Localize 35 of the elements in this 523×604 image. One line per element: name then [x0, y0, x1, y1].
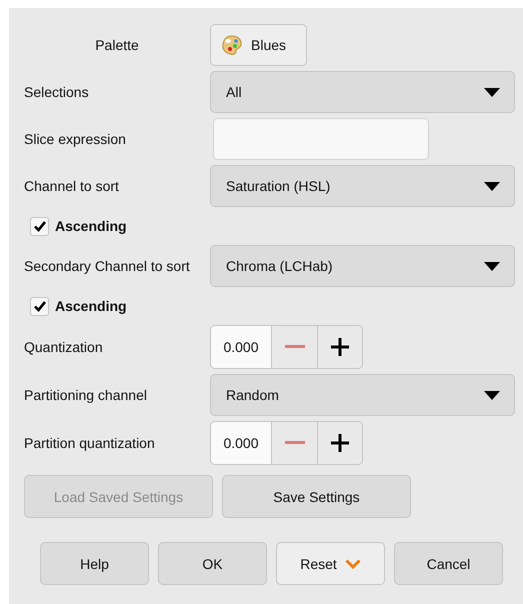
checkbox[interactable] — [30, 216, 49, 236]
plus-icon — [330, 337, 350, 357]
field-label: Slice expression — [24, 131, 127, 147]
number-field[interactable]: 0.000 — [211, 422, 272, 464]
checkbox-label: Ascending — [55, 218, 127, 234]
dialog-button[interactable]: Cancel — [394, 542, 503, 585]
dropdown[interactable]: Saturation (HSL) — [210, 165, 515, 207]
dialog-button[interactable]: Reset — [276, 542, 385, 585]
field-label: Channel to sort — [24, 178, 120, 194]
palette-button[interactable]: Blues — [210, 24, 307, 66]
palette-icon — [221, 34, 243, 56]
field-label: Selections — [24, 84, 90, 100]
field-label: Partitioning channel — [24, 387, 148, 403]
checkbox-label: Ascending — [55, 298, 127, 314]
caret-icon — [484, 262, 500, 270]
plus-icon — [330, 433, 350, 453]
dialog-button[interactable]: Help — [40, 542, 149, 585]
field-label: Secondary Channel to sort — [24, 258, 191, 274]
dropdown[interactable]: Chroma (LCHab) — [210, 245, 515, 287]
dialog-button[interactable]: OK — [158, 542, 267, 585]
field-label: Palette — [94, 37, 140, 53]
checkbox[interactable] — [30, 296, 49, 316]
dropdown[interactable]: Random — [210, 374, 515, 416]
settings-button[interactable]: Save Settings — [222, 475, 411, 518]
caret-icon — [484, 390, 500, 400]
caret-icon — [484, 88, 500, 96]
caret-icon — [484, 182, 500, 190]
plus-button[interactable] — [317, 422, 362, 464]
input-field[interactable] — [213, 118, 429, 160]
field-label: Quantization — [24, 339, 104, 355]
chevron-icon — [344, 558, 361, 568]
number-field[interactable]: 0.000 — [211, 326, 272, 368]
plus-button[interactable] — [317, 326, 362, 368]
field-label: Partition quantization — [24, 435, 156, 451]
dropdown[interactable]: All — [210, 71, 515, 113]
